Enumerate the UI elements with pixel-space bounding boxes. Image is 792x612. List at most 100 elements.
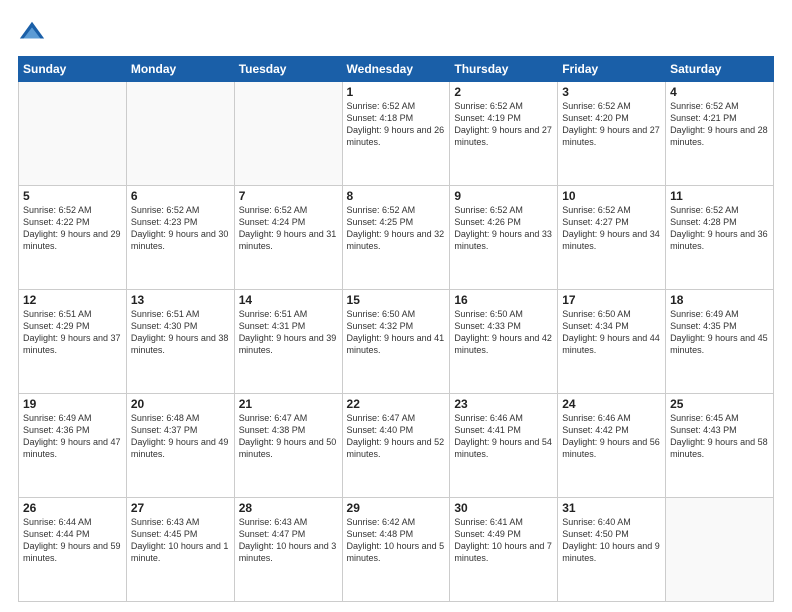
day-info: Sunrise: 6:52 AM Sunset: 4:27 PM Dayligh…	[562, 204, 661, 253]
calendar-cell: 4Sunrise: 6:52 AM Sunset: 4:21 PM Daylig…	[666, 82, 774, 186]
day-info: Sunrise: 6:43 AM Sunset: 4:45 PM Dayligh…	[131, 516, 230, 565]
calendar-cell: 19Sunrise: 6:49 AM Sunset: 4:36 PM Dayli…	[19, 394, 127, 498]
day-number: 25	[670, 397, 769, 411]
day-number: 29	[347, 501, 446, 515]
calendar-header-row: SundayMondayTuesdayWednesdayThursdayFrid…	[19, 57, 774, 82]
calendar-week-5: 26Sunrise: 6:44 AM Sunset: 4:44 PM Dayli…	[19, 498, 774, 602]
calendar-week-4: 19Sunrise: 6:49 AM Sunset: 4:36 PM Dayli…	[19, 394, 774, 498]
day-info: Sunrise: 6:50 AM Sunset: 4:32 PM Dayligh…	[347, 308, 446, 357]
day-number: 16	[454, 293, 553, 307]
day-number: 22	[347, 397, 446, 411]
calendar-cell: 28Sunrise: 6:43 AM Sunset: 4:47 PM Dayli…	[234, 498, 342, 602]
calendar-cell: 26Sunrise: 6:44 AM Sunset: 4:44 PM Dayli…	[19, 498, 127, 602]
day-info: Sunrise: 6:50 AM Sunset: 4:33 PM Dayligh…	[454, 308, 553, 357]
day-info: Sunrise: 6:42 AM Sunset: 4:48 PM Dayligh…	[347, 516, 446, 565]
day-number: 10	[562, 189, 661, 203]
calendar-cell: 2Sunrise: 6:52 AM Sunset: 4:19 PM Daylig…	[450, 82, 558, 186]
day-info: Sunrise: 6:46 AM Sunset: 4:42 PM Dayligh…	[562, 412, 661, 461]
day-info: Sunrise: 6:41 AM Sunset: 4:49 PM Dayligh…	[454, 516, 553, 565]
day-info: Sunrise: 6:52 AM Sunset: 4:23 PM Dayligh…	[131, 204, 230, 253]
calendar-cell: 13Sunrise: 6:51 AM Sunset: 4:30 PM Dayli…	[126, 290, 234, 394]
calendar-cell: 24Sunrise: 6:46 AM Sunset: 4:42 PM Dayli…	[558, 394, 666, 498]
day-info: Sunrise: 6:51 AM Sunset: 4:29 PM Dayligh…	[23, 308, 122, 357]
day-number: 3	[562, 85, 661, 99]
calendar-cell: 9Sunrise: 6:52 AM Sunset: 4:26 PM Daylig…	[450, 186, 558, 290]
calendar-cell: 1Sunrise: 6:52 AM Sunset: 4:18 PM Daylig…	[342, 82, 450, 186]
day-number: 21	[239, 397, 338, 411]
day-info: Sunrise: 6:46 AM Sunset: 4:41 PM Dayligh…	[454, 412, 553, 461]
day-info: Sunrise: 6:47 AM Sunset: 4:38 PM Dayligh…	[239, 412, 338, 461]
day-info: Sunrise: 6:44 AM Sunset: 4:44 PM Dayligh…	[23, 516, 122, 565]
calendar-cell: 17Sunrise: 6:50 AM Sunset: 4:34 PM Dayli…	[558, 290, 666, 394]
calendar-cell: 30Sunrise: 6:41 AM Sunset: 4:49 PM Dayli…	[450, 498, 558, 602]
calendar-cell: 20Sunrise: 6:48 AM Sunset: 4:37 PM Dayli…	[126, 394, 234, 498]
day-number: 14	[239, 293, 338, 307]
day-info: Sunrise: 6:48 AM Sunset: 4:37 PM Dayligh…	[131, 412, 230, 461]
day-number: 8	[347, 189, 446, 203]
day-info: Sunrise: 6:52 AM Sunset: 4:24 PM Dayligh…	[239, 204, 338, 253]
day-number: 31	[562, 501, 661, 515]
day-number: 15	[347, 293, 446, 307]
day-info: Sunrise: 6:52 AM Sunset: 4:26 PM Dayligh…	[454, 204, 553, 253]
calendar-cell: 5Sunrise: 6:52 AM Sunset: 4:22 PM Daylig…	[19, 186, 127, 290]
day-number: 4	[670, 85, 769, 99]
day-number: 26	[23, 501, 122, 515]
day-header-saturday: Saturday	[666, 57, 774, 82]
calendar-cell: 31Sunrise: 6:40 AM Sunset: 4:50 PM Dayli…	[558, 498, 666, 602]
day-info: Sunrise: 6:50 AM Sunset: 4:34 PM Dayligh…	[562, 308, 661, 357]
calendar-cell: 27Sunrise: 6:43 AM Sunset: 4:45 PM Dayli…	[126, 498, 234, 602]
day-number: 7	[239, 189, 338, 203]
day-number: 11	[670, 189, 769, 203]
day-header-tuesday: Tuesday	[234, 57, 342, 82]
day-number: 19	[23, 397, 122, 411]
day-header-monday: Monday	[126, 57, 234, 82]
day-number: 24	[562, 397, 661, 411]
day-number: 27	[131, 501, 230, 515]
calendar-cell: 7Sunrise: 6:52 AM Sunset: 4:24 PM Daylig…	[234, 186, 342, 290]
calendar-cell	[19, 82, 127, 186]
calendar-week-2: 5Sunrise: 6:52 AM Sunset: 4:22 PM Daylig…	[19, 186, 774, 290]
day-number: 30	[454, 501, 553, 515]
day-info: Sunrise: 6:52 AM Sunset: 4:18 PM Dayligh…	[347, 100, 446, 149]
logo-icon	[18, 18, 46, 46]
day-header-thursday: Thursday	[450, 57, 558, 82]
day-number: 12	[23, 293, 122, 307]
day-info: Sunrise: 6:51 AM Sunset: 4:30 PM Dayligh…	[131, 308, 230, 357]
calendar-cell	[666, 498, 774, 602]
day-info: Sunrise: 6:52 AM Sunset: 4:19 PM Dayligh…	[454, 100, 553, 149]
day-info: Sunrise: 6:52 AM Sunset: 4:25 PM Dayligh…	[347, 204, 446, 253]
calendar-cell: 11Sunrise: 6:52 AM Sunset: 4:28 PM Dayli…	[666, 186, 774, 290]
header	[18, 18, 774, 46]
day-info: Sunrise: 6:49 AM Sunset: 4:36 PM Dayligh…	[23, 412, 122, 461]
day-number: 18	[670, 293, 769, 307]
calendar-week-1: 1Sunrise: 6:52 AM Sunset: 4:18 PM Daylig…	[19, 82, 774, 186]
calendar-cell	[234, 82, 342, 186]
day-header-friday: Friday	[558, 57, 666, 82]
calendar-cell: 14Sunrise: 6:51 AM Sunset: 4:31 PM Dayli…	[234, 290, 342, 394]
day-number: 5	[23, 189, 122, 203]
calendar-cell: 22Sunrise: 6:47 AM Sunset: 4:40 PM Dayli…	[342, 394, 450, 498]
calendar-cell: 15Sunrise: 6:50 AM Sunset: 4:32 PM Dayli…	[342, 290, 450, 394]
day-number: 13	[131, 293, 230, 307]
day-number: 20	[131, 397, 230, 411]
day-number: 17	[562, 293, 661, 307]
logo	[18, 18, 50, 46]
calendar-cell: 18Sunrise: 6:49 AM Sunset: 4:35 PM Dayli…	[666, 290, 774, 394]
calendar-cell: 8Sunrise: 6:52 AM Sunset: 4:25 PM Daylig…	[342, 186, 450, 290]
calendar-week-3: 12Sunrise: 6:51 AM Sunset: 4:29 PM Dayli…	[19, 290, 774, 394]
calendar-cell: 25Sunrise: 6:45 AM Sunset: 4:43 PM Dayli…	[666, 394, 774, 498]
calendar-table: SundayMondayTuesdayWednesdayThursdayFrid…	[18, 56, 774, 602]
calendar-cell	[126, 82, 234, 186]
calendar-cell: 16Sunrise: 6:50 AM Sunset: 4:33 PM Dayli…	[450, 290, 558, 394]
day-header-wednesday: Wednesday	[342, 57, 450, 82]
day-info: Sunrise: 6:45 AM Sunset: 4:43 PM Dayligh…	[670, 412, 769, 461]
calendar-cell: 21Sunrise: 6:47 AM Sunset: 4:38 PM Dayli…	[234, 394, 342, 498]
day-info: Sunrise: 6:47 AM Sunset: 4:40 PM Dayligh…	[347, 412, 446, 461]
page: SundayMondayTuesdayWednesdayThursdayFrid…	[0, 0, 792, 612]
day-number: 23	[454, 397, 553, 411]
day-number: 2	[454, 85, 553, 99]
day-info: Sunrise: 6:43 AM Sunset: 4:47 PM Dayligh…	[239, 516, 338, 565]
calendar-cell: 29Sunrise: 6:42 AM Sunset: 4:48 PM Dayli…	[342, 498, 450, 602]
day-info: Sunrise: 6:52 AM Sunset: 4:21 PM Dayligh…	[670, 100, 769, 149]
day-number: 9	[454, 189, 553, 203]
